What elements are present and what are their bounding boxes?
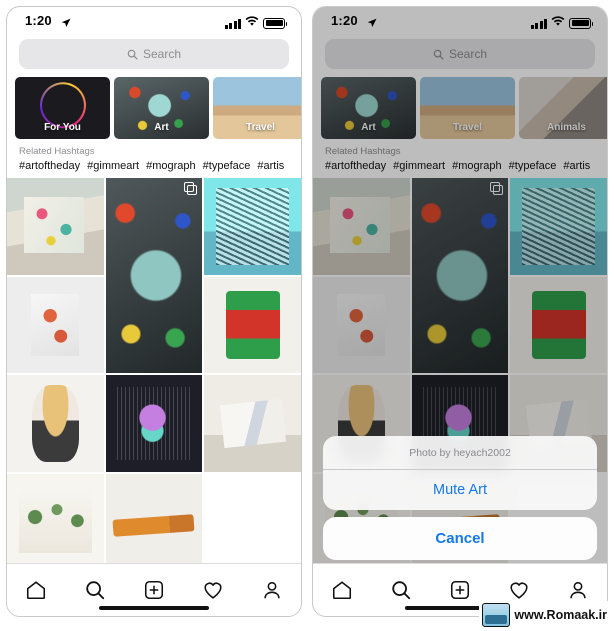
category-chip-label: For You [44,122,81,133]
related-hashtags-row[interactable]: #artoftheday #gimmeart #mograph #typeface #a… [7,160,301,178]
bottom-tab-bar[interactable] [7,563,301,616]
grid-cell-orange-marker[interactable] [105,473,203,571]
home-icon[interactable] [25,579,47,601]
site-logo-icon [482,603,511,627]
grid-cell-splattered-bowl[interactable] [105,178,203,374]
profile-icon[interactable] [261,579,283,601]
category-chip-label: Art [154,122,169,133]
status-icons [224,14,287,32]
watermark-text: www.Romaak.ir [514,608,607,622]
hashtag-item[interactable]: #mograph [146,160,196,172]
add-post-icon[interactable] [449,579,471,601]
category-chip-for-you[interactable]: For You [15,77,110,139]
status-bar: 1:20 [7,7,301,37]
heart-icon[interactable] [508,579,530,601]
battery-full-icon [263,17,287,29]
screenshot-root: 1:20 Search For You Art Travel Related H… [0,0,614,631]
search-container: Search [7,37,301,77]
related-hashtags-label: Related Hashtags [19,146,95,157]
location-arrow-icon [61,15,71,27]
hashtag-item[interactable]: #artoftheday [19,160,80,172]
category-chip-travel[interactable]: Travel [213,77,301,139]
add-post-icon[interactable] [143,579,165,601]
grid-cell-robot-sculpture[interactable] [204,276,301,374]
phone-screen-left: 1:20 Search For You Art Travel Related H… [6,6,302,617]
category-chip-label: Travel [246,122,275,133]
phone-screen-right: 1:20 Search Art Travel Animals Related H… [312,6,608,617]
grid-cell-paint-palette[interactable] [7,178,104,275]
action-sheet: Photo by heyach2002 Mute Art Cancel [323,436,597,560]
cancel-button[interactable]: Cancel [323,517,597,560]
grid-cell-portrait-ink[interactable] [7,375,104,472]
hashtag-item[interactable]: #artis [257,160,284,172]
explore-photo-grid[interactable] [7,178,301,571]
category-chip-art[interactable]: Art [114,77,209,139]
grid-cell-tree-sketch[interactable] [7,473,104,571]
heart-icon[interactable] [202,579,224,601]
status-time: 1:20 [25,13,52,28]
watermark: www.Romaak.ir [479,601,610,629]
grid-cell-cyan-linocut[interactable] [204,178,301,275]
category-chip-row[interactable]: For You Art Travel [7,77,301,139]
search-placeholder: Search [142,47,182,61]
home-indicator [99,606,209,610]
search-icon [127,49,138,60]
search-icon[interactable] [84,579,106,601]
grid-cell-koi-drawing[interactable] [7,276,104,374]
home-icon[interactable] [331,579,353,601]
action-sheet-group: Photo by heyach2002 Mute Art [323,436,597,510]
mute-art-button[interactable]: Mute Art [323,470,597,510]
search-icon[interactable] [390,579,412,601]
wifi-icon [245,14,259,32]
hashtag-item[interactable]: #typeface [203,160,251,172]
action-sheet-title: Photo by heyach2002 [323,436,597,470]
grid-cell-neon-face[interactable] [105,375,203,472]
grid-cell-sketchbook[interactable] [204,375,301,472]
search-input[interactable]: Search [19,39,289,69]
multi-photo-icon [184,182,198,195]
cellular-signal-icon [224,18,241,29]
hashtag-item[interactable]: #gimmeart [87,160,139,172]
profile-icon[interactable] [567,579,589,601]
